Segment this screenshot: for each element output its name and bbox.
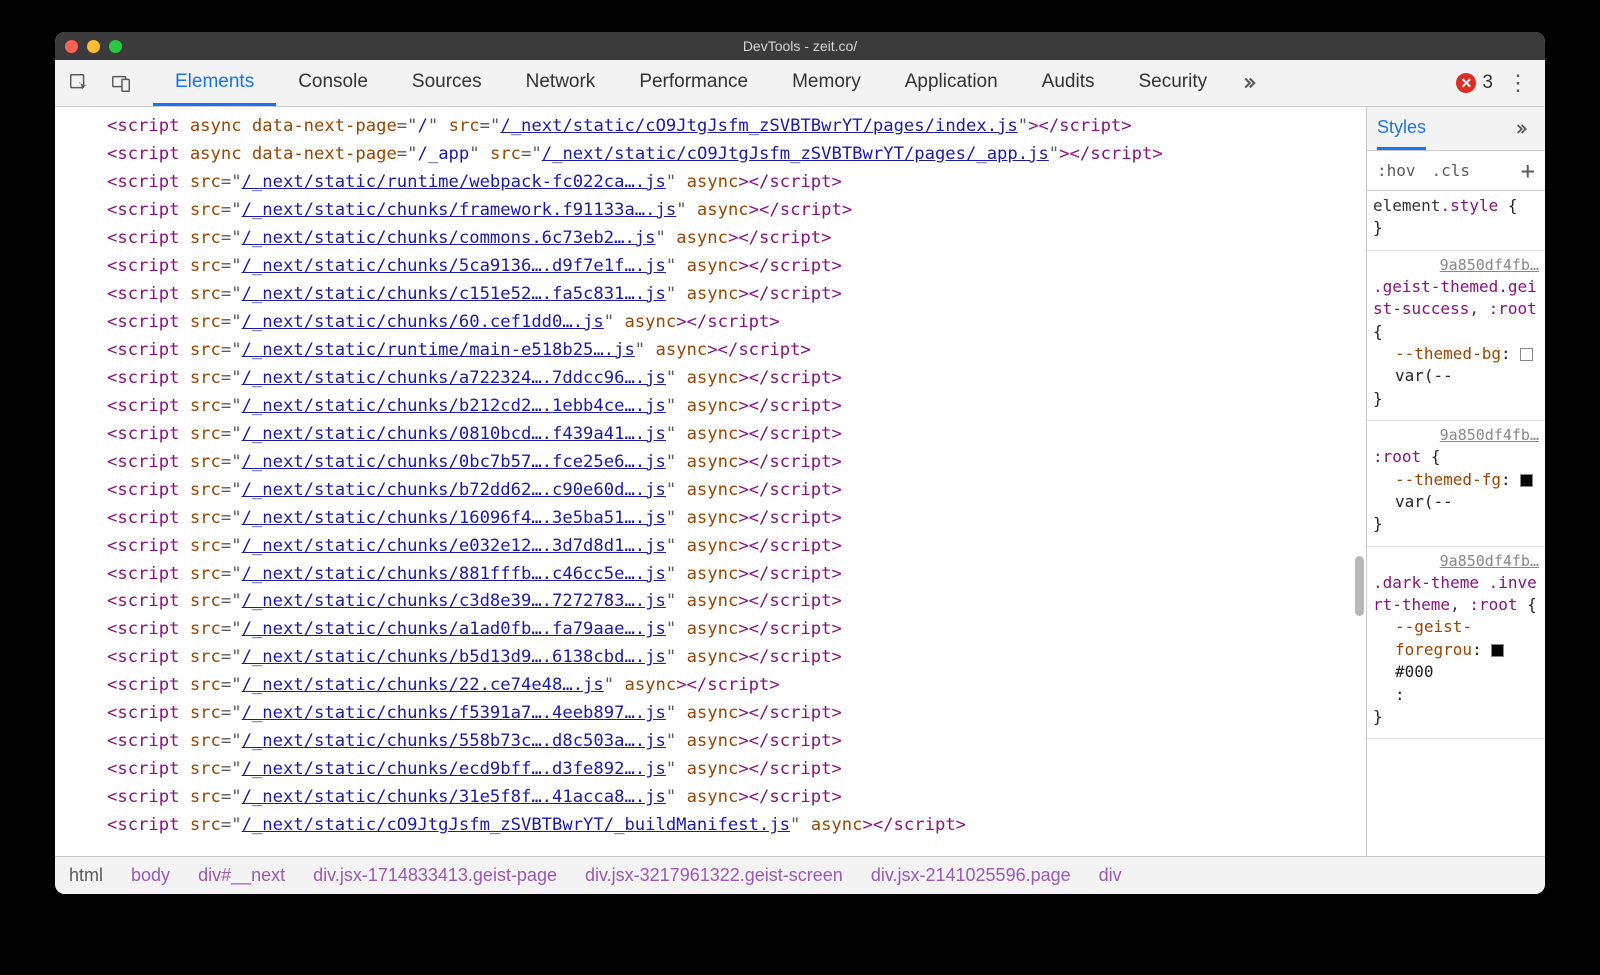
new-style-rule-button[interactable]: + [1513, 153, 1543, 189]
elements-panel[interactable]: <script async data-next-page="/" src="/_… [55, 107, 1366, 856]
more-tabs-icon[interactable] [1235, 69, 1263, 97]
dom-node[interactable]: <script src="/_next/static/chunks/a72232… [107, 365, 1366, 393]
tab-performance[interactable]: Performance [617, 60, 770, 106]
inspect-element-icon[interactable] [65, 69, 93, 97]
dom-node[interactable]: <script src="/_next/static/chunks/60.cef… [107, 309, 1366, 337]
style-rule[interactable]: 9a850df4fb….dark-theme .invert-theme, :r… [1367, 547, 1545, 740]
style-rule[interactable]: 9a850df4fb….geist-themed.geist-success, … [1367, 251, 1545, 421]
styles-rules[interactable]: element.style {}9a850df4fb….geist-themed… [1367, 191, 1545, 856]
error-count-badge[interactable]: ✕ 3 [1456, 72, 1493, 94]
tab-elements[interactable]: Elements [153, 60, 276, 106]
dom-node[interactable]: <script src="/_next/static/chunks/5ca913… [107, 253, 1366, 281]
tab-application[interactable]: Application [883, 60, 1020, 106]
dom-node[interactable]: <script src="/_next/static/chunks/881fff… [107, 561, 1366, 589]
dom-node[interactable]: <script src="/_next/static/chunks/b72dd6… [107, 477, 1366, 505]
breadcrumb-item[interactable]: div.jsx-3217961322.geist-screen [585, 865, 843, 886]
traffic-lights [65, 40, 122, 53]
dom-node[interactable]: <script src="/_next/static/chunks/31e5f8… [107, 784, 1366, 812]
dom-node[interactable]: <script src="/_next/static/chunks/558b73… [107, 728, 1366, 756]
breadcrumb-item[interactable]: div.jsx-2141025596.page [871, 865, 1071, 886]
styles-panel: Styles :hov .cls + element.style {}9a850… [1366, 107, 1545, 856]
dom-tree[interactable]: <script async data-next-page="/" src="/_… [55, 107, 1366, 840]
minimize-window-button[interactable] [87, 40, 100, 53]
dom-node[interactable]: <script src="/_next/static/chunks/e032e1… [107, 533, 1366, 561]
dom-node[interactable]: <script src="/_next/static/chunks/c3d8e3… [107, 588, 1366, 616]
breadcrumb-item[interactable]: div [1099, 865, 1122, 886]
more-styles-tabs-icon[interactable] [1507, 115, 1535, 143]
scrollbar-thumb[interactable] [1355, 556, 1364, 616]
devtools-window: DevTools - zeit.co/ ElementsConsoleSourc… [55, 32, 1545, 894]
dom-node[interactable]: <script async data-next-page="/" src="/_… [107, 113, 1366, 141]
main-area: <script async data-next-page="/" src="/_… [55, 107, 1545, 856]
dom-node[interactable]: <script async data-next-page="/_app" src… [107, 141, 1366, 169]
tab-sources[interactable]: Sources [390, 60, 504, 106]
styles-tab-styles[interactable]: Styles [1377, 107, 1426, 150]
style-rule[interactable]: 9a850df4fb…:root {--themed-fg: var(--} [1367, 421, 1545, 547]
close-window-button[interactable] [65, 40, 78, 53]
main-tabbar: ElementsConsoleSourcesNetworkPerformance… [55, 60, 1545, 107]
tab-security[interactable]: Security [1116, 60, 1229, 106]
rule-source-link[interactable]: 9a850df4fb… [1373, 255, 1539, 276]
style-rule[interactable]: element.style {} [1367, 191, 1545, 251]
rule-source-link[interactable]: 9a850df4fb… [1373, 551, 1539, 572]
titlebar: DevTools - zeit.co/ [55, 32, 1545, 60]
dom-breadcrumb: html body div#__next div.jsx-1714833413.gei… [55, 856, 1545, 894]
dom-node[interactable]: <script src="/_next/static/chunks/c151e5… [107, 281, 1366, 309]
dom-node[interactable]: <script src="/_next/static/chunks/b212cd… [107, 393, 1366, 421]
dom-node[interactable]: <script src="/_next/static/chunks/0bc7b5… [107, 449, 1366, 477]
settings-menu-icon[interactable]: ⋮ [1507, 72, 1529, 94]
dom-node[interactable]: <script src="/_next/static/chunks/a1ad0f… [107, 616, 1366, 644]
dom-node[interactable]: <script src="/_next/static/chunks/f5391a… [107, 700, 1366, 728]
dom-node[interactable]: <script src="/_next/static/cO9JtgJsfm_zS… [107, 812, 1366, 840]
breadcrumb-item[interactable]: div#__next [198, 865, 285, 886]
error-icon: ✕ [1456, 73, 1476, 93]
dom-node[interactable]: <script src="/_next/static/runtime/webpa… [107, 169, 1366, 197]
breadcrumb-item[interactable]: html [69, 865, 103, 886]
maximize-window-button[interactable] [109, 40, 122, 53]
tab-memory[interactable]: Memory [770, 60, 883, 106]
breadcrumb-item[interactable]: body [131, 865, 170, 886]
tab-audits[interactable]: Audits [1020, 60, 1117, 106]
class-toggle-button[interactable]: .cls [1424, 157, 1479, 184]
dom-node[interactable]: <script src="/_next/static/chunks/16096f… [107, 505, 1366, 533]
dom-node[interactable]: <script src="/_next/static/chunks/b5d13d… [107, 644, 1366, 672]
tab-network[interactable]: Network [504, 60, 618, 106]
dom-node[interactable]: <script src="/_next/static/chunks/0810bc… [107, 421, 1366, 449]
device-toolbar-icon[interactable] [107, 69, 135, 97]
dom-node[interactable]: <script src="/_next/static/chunks/ecd9bf… [107, 756, 1366, 784]
rule-source-link[interactable]: 9a850df4fb… [1373, 425, 1539, 446]
dom-node[interactable]: <script src="/_next/static/chunks/22.ce7… [107, 672, 1366, 700]
hover-state-button[interactable]: :hov [1369, 157, 1424, 184]
dom-node[interactable]: <script src="/_next/static/chunks/framew… [107, 197, 1366, 225]
dom-node[interactable]: <script src="/_next/static/runtime/main-… [107, 337, 1366, 365]
styles-tabs: Styles [1367, 107, 1545, 151]
dom-node[interactable]: <script src="/_next/static/chunks/common… [107, 225, 1366, 253]
breadcrumb-item[interactable]: div.jsx-1714833413.geist-page [313, 865, 557, 886]
tab-console[interactable]: Console [276, 60, 390, 106]
window-title: DevTools - zeit.co/ [55, 38, 1545, 54]
panel-tabs: ElementsConsoleSourcesNetworkPerformance… [153, 60, 1229, 106]
styles-toolbar: :hov .cls + [1367, 151, 1545, 191]
error-count: 3 [1482, 72, 1493, 94]
